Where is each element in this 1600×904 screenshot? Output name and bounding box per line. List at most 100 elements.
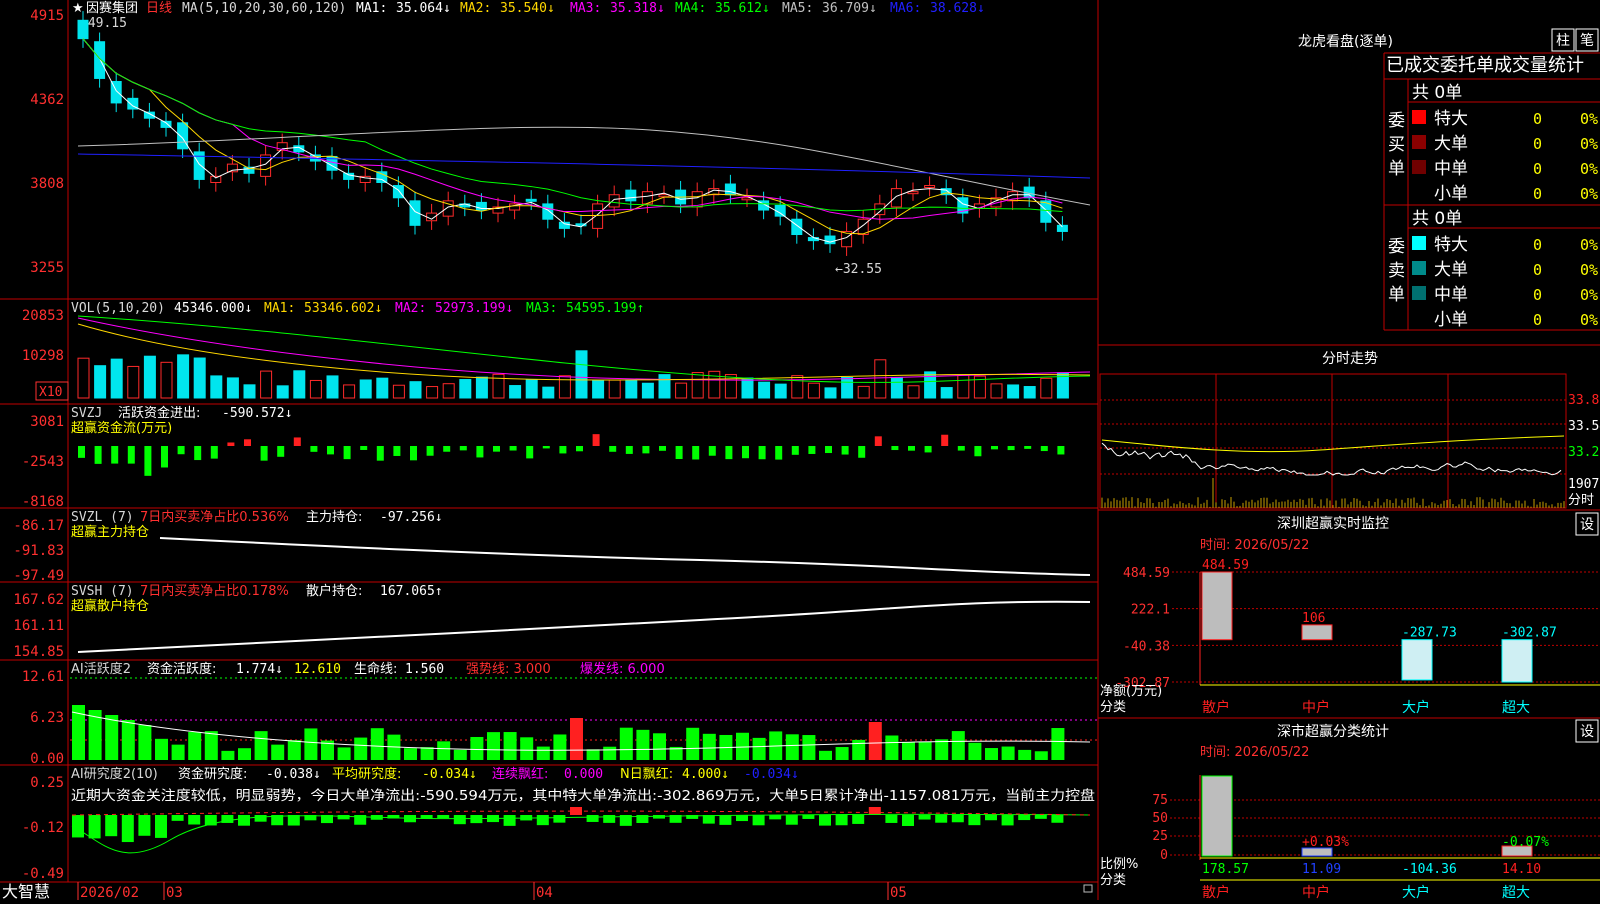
volume-bar [226, 377, 239, 399]
volume-bar [276, 385, 289, 399]
price-header: ★ 因赛集团 日线 MA(5,10,20,30,60,120) MA1: 35.… [72, 0, 985, 16]
activity-bar [835, 747, 849, 760]
stock-name: 因赛集团 [86, 0, 138, 16]
sz-monitor-xlabel: 分类 [1100, 700, 1126, 715]
ai-research-chart-body [71, 807, 1091, 854]
volume-bar [758, 381, 771, 399]
candle [343, 172, 355, 180]
flow-bar [177, 446, 185, 455]
research-bar [885, 815, 898, 823]
svzj-value: -590.572↓ [222, 406, 292, 421]
ma-line [82, 38, 1063, 213]
research-bar [503, 815, 516, 826]
volume-bar [907, 385, 920, 399]
sz-monitor-bar [1301, 624, 1333, 641]
sell-row-count: 0 [1533, 261, 1542, 279]
flow-bar [924, 446, 932, 453]
x-tick: 2026/02 [80, 885, 139, 900]
flow-bar [692, 446, 700, 460]
svzl-ratio: 7日内买卖净占比0.536% [140, 509, 289, 525]
activity-bar [238, 748, 251, 760]
flow-bar [327, 446, 334, 455]
activity-bar [221, 750, 235, 760]
sz-monitor-tick: -40.38 [1123, 639, 1170, 654]
volume-bar [658, 374, 671, 399]
ai-research-header: AI研究度2(10) 资金研究度: -0.038↓ 平均研究度: -0.034↓… [71, 766, 799, 782]
sz-monitor-value: -302.87 [1502, 626, 1557, 641]
sell-total: 共 0单 [1412, 209, 1462, 229]
research-bar [437, 815, 450, 819]
ai-active-label: 资金活跃度: [147, 661, 216, 677]
flow-bar [858, 446, 866, 458]
flow-bar [908, 446, 915, 451]
candle [791, 218, 803, 236]
ma2-value: 35.540↓ [500, 1, 555, 16]
holding-line [159, 537, 1091, 576]
ai-active-tick: 6.23 [30, 710, 64, 726]
intraday-unit: 分时 [1568, 493, 1594, 508]
activity-bar [653, 733, 666, 760]
svzj-tick: -2543 [22, 454, 64, 470]
candle [592, 203, 604, 229]
ai-research-tick: 0.25 [30, 775, 64, 791]
sz-class-category: 大户 [1402, 884, 1430, 900]
sz-class-bottom-value: 11.09 [1302, 862, 1341, 877]
flow-bar [526, 446, 534, 459]
sz-class-category: 散户 [1202, 884, 1230, 900]
svzl-subtitle: 超赢主力持仓 [71, 524, 149, 540]
ai-research-legend: AI研究度2(10) [71, 766, 158, 782]
svzl-tick: -97.49 [13, 568, 64, 584]
ma6-label: MA6: [890, 1, 921, 16]
research-bar [968, 815, 981, 826]
svzj-label: 活跃资金进出: [118, 405, 200, 421]
candle [376, 171, 388, 183]
ai-active-life-label: 生命线: [354, 661, 397, 677]
svzl-header: SVZL (7) 7日内买卖净占比0.536% 主力持仓: -97.256↓ 超… [71, 509, 443, 540]
activity-bar [155, 738, 168, 760]
sz-monitor-tick: 222.1 [1131, 603, 1170, 618]
ma2-label: MA2: [460, 1, 491, 16]
sz-monitor-value: -287.73 [1402, 626, 1457, 641]
activity-bar [603, 746, 617, 760]
sell-color-swatch [1412, 286, 1426, 300]
activity-bar [1018, 749, 1032, 760]
lock-icon[interactable] [1083, 884, 1093, 893]
research-bar [702, 815, 715, 824]
flow-bar [161, 446, 168, 468]
intraday-chart: 33.83 33.54 33.25 1907分时 [1099, 373, 1600, 509]
volume-bar [343, 384, 356, 399]
flow-bar [775, 446, 783, 460]
activity-bar [619, 727, 633, 760]
research-bar [951, 815, 964, 823]
candle [658, 194, 670, 198]
svsh-header: SVSH (7) 7日内买卖净占比0.178% 散户持仓: 167.065↑ 超… [71, 583, 443, 614]
x-tick: 04 [536, 885, 553, 900]
buy-color-swatch [1412, 160, 1426, 174]
activity-bar [404, 748, 417, 760]
research-bar [1034, 815, 1047, 819]
svsh-value: 167.065↑ [380, 584, 443, 599]
buy-row-name: 特大 [1434, 109, 1468, 129]
vol-ma2-value: 52973.199↓ [435, 301, 513, 316]
research-bar [1018, 815, 1031, 821]
buy-row-count: 0 [1533, 160, 1542, 178]
activity-bar [105, 715, 119, 760]
svsh-ratio: 7日内买卖净占比0.178% [140, 583, 289, 599]
app-logo: 大智慧 [2, 882, 50, 900]
vol-ma3-label: MA3: [526, 301, 557, 316]
volume-bar [94, 365, 107, 399]
volume-bar [1007, 384, 1020, 399]
activity-bar [1001, 746, 1015, 760]
activity-bar [536, 746, 550, 760]
activity-bar [802, 735, 816, 760]
sell-row-count: 0 [1533, 286, 1542, 304]
svzj-header: SVZJ 活跃资金进出: -590.572↓ 超赢资金流(万元) [71, 405, 292, 436]
flow-bar [742, 446, 749, 459]
volume-bar [924, 371, 937, 399]
flow-bar [708, 446, 716, 456]
x-axis: 2026/02 03 04 05 [77, 882, 907, 901]
ai-active-value1: 1.774↓ [236, 662, 283, 677]
vol-tick: 10298 [22, 348, 64, 364]
volume-bar [791, 375, 804, 399]
flow-bar [127, 446, 135, 464]
